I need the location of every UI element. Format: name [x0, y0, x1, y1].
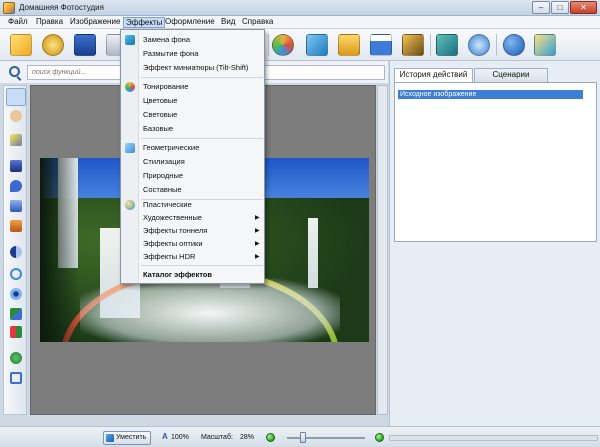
menu-effects[interactable]: Эффекты	[123, 17, 166, 28]
menu-image[interactable]: Изображение	[68, 17, 122, 28]
plastic-icon	[125, 200, 135, 210]
menu-help[interactable]: Справка	[240, 17, 275, 28]
history-item[interactable]: Исходное изображение	[398, 90, 583, 99]
calendar-icon[interactable]	[370, 34, 392, 56]
menu-item-artistic[interactable]: Художественные	[143, 213, 202, 223]
toolbar-separator	[268, 34, 269, 56]
green-blob-icon[interactable]	[10, 352, 22, 364]
menu-item-stylization[interactable]: Стилизация	[143, 157, 185, 167]
menu-item-geometric[interactable]: Геометрические	[143, 143, 199, 153]
toolbar-separator	[496, 34, 497, 56]
toning-icon	[125, 82, 135, 92]
palette-icon[interactable]	[272, 34, 294, 56]
menu-file[interactable]: Файл	[6, 17, 30, 28]
menu-item-light[interactable]: Световые	[143, 110, 177, 120]
crop-icon[interactable]	[10, 372, 22, 384]
help-icon[interactable]	[503, 34, 525, 56]
crop-resize-icon[interactable]	[436, 34, 458, 56]
gallery-icon[interactable]	[42, 34, 64, 56]
menu-item-basic[interactable]: Базовые	[143, 124, 173, 134]
menu-item-background-blur[interactable]: Размытие фона	[143, 49, 198, 59]
toolbar-separator	[430, 34, 431, 56]
menu-item-background-replace[interactable]: Замена фона	[143, 35, 190, 45]
photo-shadow	[40, 158, 80, 342]
zoom-out-button[interactable]	[266, 433, 275, 442]
menu-separator	[141, 138, 263, 139]
menu-gutter	[121, 30, 139, 283]
pointer-icon[interactable]	[6, 88, 26, 106]
menu-separator	[141, 77, 263, 78]
title-bar: Домашняя Фотостудия – □ ✕	[0, 0, 600, 16]
search-icon	[9, 66, 20, 77]
menu-edit[interactable]: Правка	[34, 17, 65, 28]
menu-item-plastic[interactable]: Пластические	[143, 200, 192, 210]
submenu-arrow-icon: ▶	[255, 228, 260, 234]
app-logo-icon	[3, 2, 15, 14]
right-panel: История действий Сценарии Исходное изобр…	[389, 61, 600, 431]
hand-icon[interactable]	[10, 110, 22, 122]
effects-dropdown-menu: Замена фона Размытие фона Эффект миниатю…	[120, 29, 265, 284]
menu-item-toning[interactable]: Тонирование	[143, 82, 188, 92]
eye-icon[interactable]	[10, 288, 22, 300]
layers-icon[interactable]	[10, 308, 22, 320]
geometric-icon	[125, 143, 135, 153]
menu-item-hdr[interactable]: Эффекты HDR	[143, 252, 195, 262]
vertical-scrollbar[interactable]	[377, 85, 388, 415]
eraser-icon[interactable]	[10, 326, 22, 338]
menu-item-composite[interactable]: Составные	[143, 185, 182, 195]
zoom-in-button[interactable]	[375, 433, 384, 442]
fill-icon[interactable]	[10, 200, 22, 212]
circle-select-icon[interactable]	[10, 246, 22, 258]
one-to-one-icon[interactable]	[468, 34, 490, 56]
submenu-arrow-icon: ▶	[255, 241, 260, 247]
menu-item-tunnel[interactable]: Эффекты тоннеля	[143, 226, 207, 236]
background-replace-icon	[125, 35, 135, 45]
tab-history[interactable]: История действий	[394, 68, 473, 83]
box-icon[interactable]	[534, 34, 556, 56]
status-bar: Уместить A 100% Масштаб: 28%	[0, 426, 600, 447]
menu-bar: Файл Правка Изображение Эффекты Оформлен…	[0, 16, 600, 29]
menu-item-optics[interactable]: Эффекты оптики	[143, 239, 203, 249]
brush-icon[interactable]	[10, 160, 22, 172]
maximize-button[interactable]: □	[551, 1, 569, 14]
history-list: Исходное изображение	[394, 82, 597, 242]
menu-design[interactable]: Оформление	[163, 17, 217, 28]
magic-wand-icon[interactable]	[10, 134, 22, 146]
minimize-button[interactable]: –	[532, 1, 550, 14]
fit-button[interactable]: Уместить	[103, 431, 151, 445]
horizontal-scrollbar[interactable]	[389, 435, 598, 441]
save-icon[interactable]	[74, 34, 96, 56]
menu-item-effects-catalog[interactable]: Каталог эффектов	[143, 270, 212, 280]
menu-item-natural[interactable]: Природные	[143, 171, 183, 181]
photo-mist	[80, 278, 340, 342]
menu-view[interactable]: Вид	[219, 17, 237, 28]
submenu-arrow-icon: ▶	[255, 215, 260, 221]
lasso-icon[interactable]	[10, 268, 22, 280]
zoom-slider-track[interactable]	[287, 437, 365, 439]
frame-icon[interactable]	[306, 34, 328, 56]
scale-value: 28%	[240, 434, 255, 441]
menu-item-color[interactable]: Цветовые	[143, 96, 177, 106]
zoom-slider-thumb[interactable]	[300, 432, 306, 443]
toolbar	[0, 29, 600, 61]
window-title: Домашняя Фотостудия	[19, 3, 104, 12]
submenu-arrow-icon: ▶	[255, 254, 260, 260]
close-button[interactable]: ✕	[570, 1, 597, 14]
drop-icon[interactable]	[10, 180, 22, 192]
actual-size-icon[interactable]: A	[162, 432, 168, 441]
picture-frame-icon[interactable]	[338, 34, 360, 56]
left-toolbox	[3, 85, 27, 415]
menu-separator	[141, 265, 263, 266]
collage-icon[interactable]	[402, 34, 424, 56]
menu-item-tilt-shift[interactable]: Эффект миниатюры (Tilt-Shift)	[143, 63, 248, 73]
open-folder-icon[interactable]	[10, 34, 32, 56]
scale-label: Масштаб:	[201, 434, 233, 441]
stamp-icon[interactable]	[10, 220, 22, 232]
zoom-100-label[interactable]: 100%	[171, 434, 189, 441]
tab-scenarios[interactable]: Сценарии	[474, 68, 548, 82]
